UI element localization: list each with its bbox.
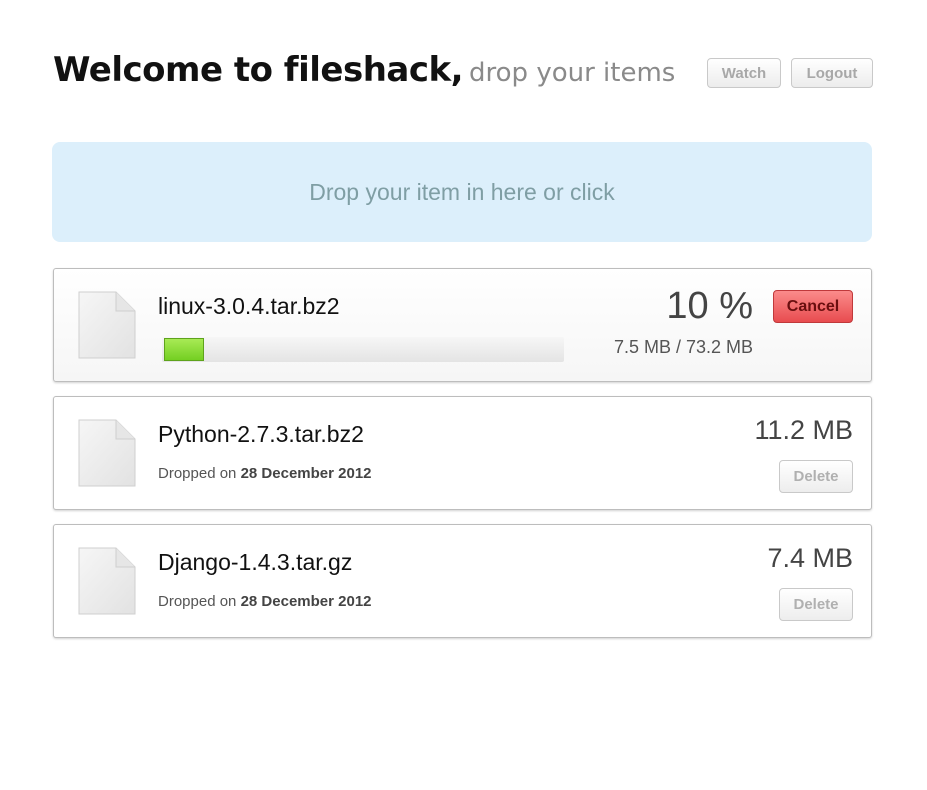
page-header: Welcome to fileshack, drop your items Wat… — [53, 50, 873, 100]
dropped-date-value: 28 December 2012 — [240, 593, 372, 610]
dropped-prefix: Dropped on — [158, 593, 237, 610]
file-icon — [78, 419, 136, 487]
delete-button[interactable]: Delete — [779, 460, 853, 493]
logout-button[interactable]: Logout — [791, 58, 873, 88]
dropped-prefix: Dropped on — [158, 465, 237, 482]
file-name[interactable]: Django-1.4.3.tar.gz — [158, 549, 352, 576]
upload-transfer-size: 7.5 MB / 73.2 MB — [613, 337, 753, 357]
upload-progress-fill — [164, 338, 204, 361]
dropped-date: Dropped on 28 December 2012 — [158, 593, 372, 610]
file-size: 7.4 MB — [767, 543, 853, 573]
upload-item: linux-3.0.4.tar.bz2 10 % 7.5 MB / 73.2 M… — [53, 268, 872, 382]
file-size: 11.2 MB — [754, 415, 853, 445]
page-subtitle: drop your items — [469, 58, 676, 88]
file-name: linux-3.0.4.tar.bz2 — [158, 293, 340, 319]
dropped-date-value: 28 December 2012 — [240, 465, 372, 482]
page-title: Welcome to fileshack, drop your items — [53, 50, 675, 90]
file-name[interactable]: Python-2.7.3.tar.bz2 — [158, 421, 364, 448]
list-item: Python-2.7.3.tar.bz2 Dropped on 28 Decem… — [53, 396, 872, 510]
watch-button[interactable]: Watch — [707, 58, 781, 88]
upload-progress-bar — [162, 337, 564, 362]
title-text: Welcome to fileshack, — [53, 50, 464, 90]
upload-percent: 10 % — [666, 285, 753, 327]
dropped-date: Dropped on 28 December 2012 — [158, 465, 372, 482]
drop-zone[interactable]: Drop your item in here or click — [52, 142, 872, 242]
cancel-button[interactable]: Cancel — [773, 290, 853, 323]
list-item: Django-1.4.3.tar.gz Dropped on 28 Decemb… — [53, 524, 872, 638]
delete-button[interactable]: Delete — [779, 588, 853, 621]
file-icon — [78, 547, 136, 615]
file-icon — [78, 291, 136, 359]
drop-zone-label: Drop your item in here or click — [309, 178, 615, 205]
